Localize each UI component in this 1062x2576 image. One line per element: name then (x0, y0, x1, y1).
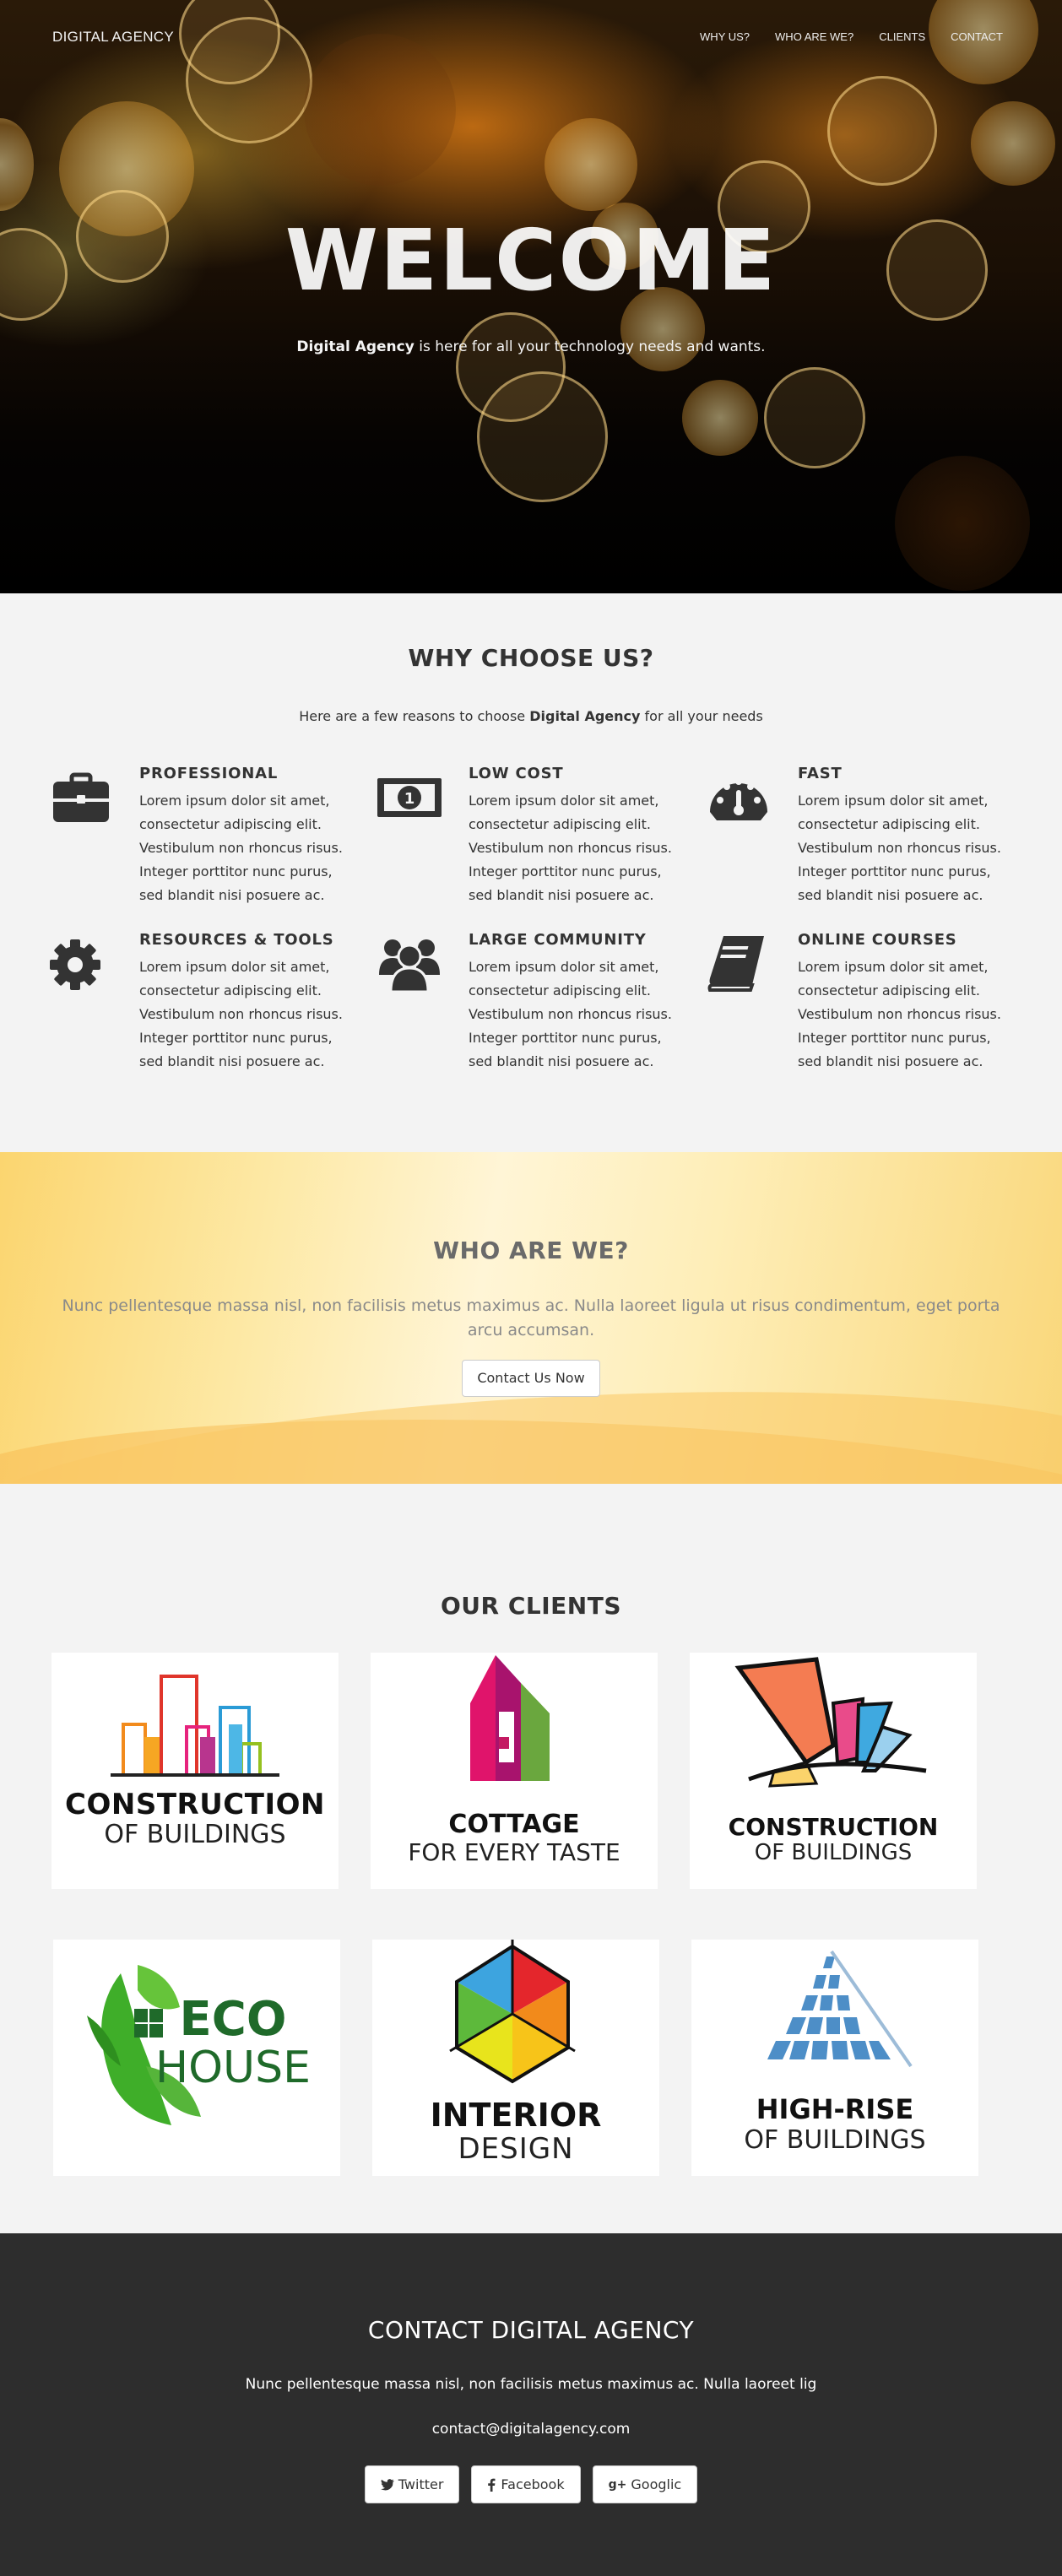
contact-email[interactable]: contact@digitalagency.com (0, 2421, 1062, 2438)
gear-icon (46, 931, 114, 995)
feature-low-cost: 1 LOW COST Lorem ipsum dolor sit amet, c… (377, 765, 688, 907)
facebook-label: Facebook (501, 2476, 565, 2492)
why-intro-brand: Digital Agency (529, 708, 641, 724)
nav-links: WHY US? WHO ARE WE? CLIENTS CONTACT (700, 30, 1003, 43)
facebook-icon (488, 2478, 496, 2492)
feature-fast: FAST Lorem ipsum dolor sit amet, consect… (710, 765, 1017, 907)
building-icon (111, 1675, 279, 1777)
client-logo-name: COTTAGE (448, 1810, 580, 1839)
who-section: WHO ARE WE? Nunc pellentesque massa nisl… (0, 1152, 1062, 1484)
hero-subtitle-text: is here for all your technology needs an… (414, 338, 766, 355)
client-logo-construction-2[interactable]: CONSTRUCTION OF BUILDINGS (690, 1653, 977, 1889)
client-logo-name: CONSTRUCTION (65, 1788, 325, 1821)
client-logo-interior-design[interactable]: INTERIOR DESIGN (372, 1940, 659, 2176)
client-logo-name: CONSTRUCTION (728, 1813, 939, 1841)
book-icon (705, 931, 772, 995)
social-buttons: Twitter Facebook g+ Googlic (0, 2465, 1062, 2503)
client-logo-tagline: DESIGN (458, 2132, 574, 2166)
why-intro: Here are a few reasons to choose Digital… (0, 708, 1062, 724)
client-logo-construction[interactable]: CONSTRUCTION OF BUILDINGS (51, 1653, 339, 1889)
bokeh-light (477, 371, 608, 502)
briefcase-icon (46, 765, 114, 829)
bokeh-light (764, 367, 865, 468)
twitter-button[interactable]: Twitter (364, 2465, 460, 2503)
google-plus-icon: g+ (608, 2477, 627, 2492)
hero-subtitle: Digital Agency is here for all your tech… (0, 338, 1062, 355)
feature-text: Lorem ipsum dolor sit amet, consectetur … (469, 959, 672, 1069)
feature-large-community: LARGE COMMUNITY Lorem ipsum dolor sit am… (379, 931, 688, 1074)
client-logo-name: HIGH-RISE (756, 2093, 914, 2125)
twitter-icon (380, 2478, 394, 2491)
contact-us-button[interactable]: Contact Us Now (462, 1360, 600, 1397)
bokeh-light (682, 380, 758, 456)
bokeh-light (0, 118, 34, 211)
clients-section: OUR CLIENTS CONSTRUCTION OF BUILDINGS CO… (0, 1484, 1062, 2233)
feature-text: Lorem ipsum dolor sit amet, consectetur … (798, 959, 1001, 1069)
clients-title: OUR CLIENTS (441, 1592, 621, 1620)
client-logo-eco-house[interactable]: ECO HOUSE (53, 1940, 340, 2176)
feature-title: ONLINE COURSES (798, 931, 957, 949)
feature-resources-tools: RESOURCES & TOOLS Lorem ipsum dolor sit … (50, 931, 359, 1074)
client-logo-tagline: OF BUILDINGS (104, 1820, 286, 1849)
why-intro-text-end: for all your needs (640, 708, 763, 724)
feature-title: RESOURCES & TOOLS (139, 931, 334, 949)
client-logo-tagline: FOR EVERY TASTE (408, 1838, 620, 1866)
client-logo-name: ECO (179, 1992, 287, 2047)
who-title: WHO ARE WE? (433, 1237, 629, 1264)
feature-text: Lorem ipsum dolor sit amet, consectetur … (139, 793, 343, 903)
google-plus-label: Googlic (631, 2476, 682, 2492)
who-text: Nunc pellentesque massa nisl, non facili… (62, 1296, 1000, 1339)
client-logo-tagline: OF BUILDINGS (744, 2125, 926, 2155)
client-logo-tagline: HOUSE (155, 2043, 311, 2093)
why-section: WHY CHOOSE US? Here are a few reasons to… (0, 593, 1062, 1152)
money-icon: 1 (376, 765, 443, 829)
bokeh-light (827, 76, 937, 186)
why-title: WHY CHOOSE US? (408, 644, 654, 672)
feature-text: Lorem ipsum dolor sit amet, consectetur … (139, 959, 343, 1069)
feature-title: FAST (798, 765, 843, 782)
nav-link-who-are-we[interactable]: WHO ARE WE? (775, 30, 853, 43)
facebook-button[interactable]: Facebook (471, 2465, 581, 2503)
client-logo-name: INTERIOR (430, 2097, 602, 2134)
hero-subtitle-brand: Digital Agency (296, 338, 415, 355)
bokeh-light (545, 118, 637, 211)
bokeh-light (895, 456, 1030, 591)
feature-online-courses: ONLINE COURSES Lorem ipsum dolor sit ame… (707, 931, 1017, 1074)
contact-title: CONTACT DIGITAL AGENCY (367, 2316, 695, 2344)
nav-link-why-us[interactable]: WHY US? (700, 30, 750, 43)
client-logo-cottage[interactable]: COTTAGE FOR EVERY TASTE (371, 1653, 658, 1889)
contact-text: Nunc pellentesque massa nisl, non facili… (245, 2376, 817, 2393)
google-plus-button[interactable]: g+ Googlic (592, 2465, 698, 2503)
feature-title: LARGE COMMUNITY (469, 931, 647, 949)
users-icon (376, 931, 443, 995)
feature-title: LOW COST (469, 765, 564, 782)
nav-link-contact[interactable]: CONTACT (951, 30, 1003, 43)
contact-section: CONTACT DIGITAL AGENCY Nunc pellentesque… (0, 2233, 1062, 2576)
why-intro-text: Here are a few reasons to choose (299, 708, 530, 724)
feature-text: Lorem ipsum dolor sit amet, consectetur … (469, 793, 672, 903)
svg-text:1: 1 (404, 790, 415, 808)
bokeh-light (971, 101, 1055, 186)
dashboard-icon (705, 765, 772, 829)
hero-title: WELCOME (284, 211, 778, 310)
feature-professional: PROFESSIONAL Lorem ipsum dolor sit amet,… (53, 765, 359, 907)
nav-link-clients[interactable]: CLIENTS (879, 30, 925, 43)
feature-text: Lorem ipsum dolor sit amet, consectetur … (798, 793, 1001, 903)
hero-section: DIGITAL AGENCY WHY US? WHO ARE WE? CLIEN… (0, 0, 1062, 593)
twitter-label: Twitter (398, 2476, 444, 2492)
client-logo-tagline: OF BUILDINGS (754, 1840, 913, 1865)
brand-logo[interactable]: DIGITAL AGENCY (52, 29, 174, 46)
top-navbar: DIGITAL AGENCY WHY US? WHO ARE WE? CLIEN… (0, 0, 1062, 74)
client-logo-high-rise[interactable]: HIGH-RISE OF BUILDINGS (691, 1940, 978, 2176)
feature-title: PROFESSIONAL (139, 765, 279, 782)
